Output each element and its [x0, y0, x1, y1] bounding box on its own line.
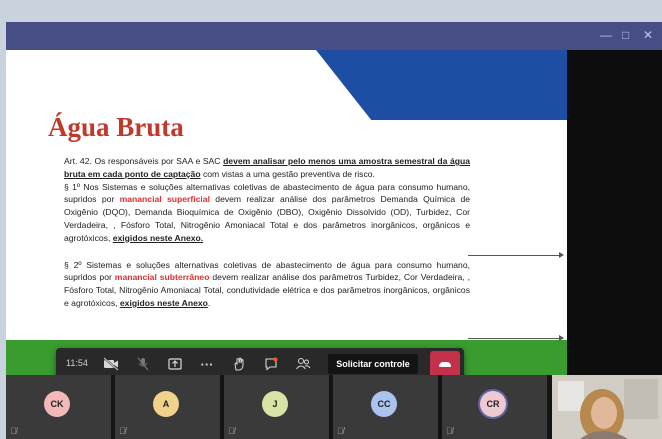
slide-blue-decoration: [316, 50, 567, 120]
mic-muted-icon: 🎙̸: [228, 426, 235, 436]
avatar: CC: [371, 391, 397, 417]
meeting-time: 11:54: [66, 358, 88, 368]
avatar: CK: [44, 391, 70, 417]
participant-tile[interactable]: CR 🎙̸: [442, 375, 547, 439]
slide-body: Art. 42. Os responsáveis por SAA e SAC d…: [64, 155, 470, 310]
shared-screen: Água Bruta Art. 42. Os responsáveis por …: [6, 50, 662, 395]
participant-video[interactable]: [552, 375, 662, 439]
art42-text: Art. 42. Os responsáveis por SAA e SAC: [64, 156, 224, 166]
art42-suffix: com vistas a uma gestão preventiva de ri…: [200, 168, 375, 179]
participant-strip: CK 🎙̸ A 🎙̸ J 🎙̸ CC 🎙̸ CR 🎙̸: [6, 375, 662, 439]
mic-muted-icon: 🎙̸: [10, 426, 17, 436]
maximize-icon[interactable]: □: [622, 28, 629, 42]
avatar: A: [153, 391, 179, 417]
p2-emphasis: exigidos neste Anexo: [119, 297, 208, 308]
close-icon[interactable]: ✕: [643, 28, 653, 42]
participant-tile[interactable]: CC 🎙̸: [333, 375, 438, 439]
avatar: J: [262, 391, 288, 417]
p1-emphasis: exigidos neste Anexo.: [112, 232, 204, 243]
p1-highlight: manancial superficial: [119, 194, 210, 205]
title-bar: — □ ✕: [6, 22, 662, 50]
participant-video-image: [552, 375, 662, 439]
participant-tile[interactable]: J 🎙̸: [224, 375, 329, 439]
avatar: CR: [480, 391, 506, 417]
art42-paragraph: Art. 42. Os responsáveis por SAA e SAC d…: [64, 155, 470, 181]
participant-tile[interactable]: A 🎙̸: [115, 375, 220, 439]
slide: Água Bruta Art. 42. Os responsáveis por …: [6, 50, 567, 395]
arrow-2: [468, 335, 564, 341]
p2-highlight: manancial subterrâneo: [114, 272, 210, 283]
mic-muted-icon: 🎙̸: [446, 426, 453, 436]
hang-up-icon: [439, 361, 451, 367]
meeting-window: — □ ✕ Água Bruta Art. 42. Os responsávei…: [6, 22, 662, 439]
minimize-icon[interactable]: —: [600, 28, 612, 42]
hang-up-button[interactable]: [430, 351, 460, 377]
mic-muted-icon: 🎙̸: [119, 426, 126, 436]
participant-tile[interactable]: CK 🎙̸: [6, 375, 111, 439]
request-control-button[interactable]: Solicitar controle: [328, 354, 418, 374]
paragraph-2: § 2º Sistemas e soluções alternativas co…: [64, 259, 470, 310]
arrow-1: [468, 252, 564, 258]
p2-end: .: [207, 297, 211, 308]
mic-muted-icon: 🎙̸: [337, 426, 344, 436]
paragraph-1: § 1º Nos Sistemas e soluções alternativa…: [64, 181, 470, 245]
slide-title: Água Bruta: [48, 112, 184, 142]
